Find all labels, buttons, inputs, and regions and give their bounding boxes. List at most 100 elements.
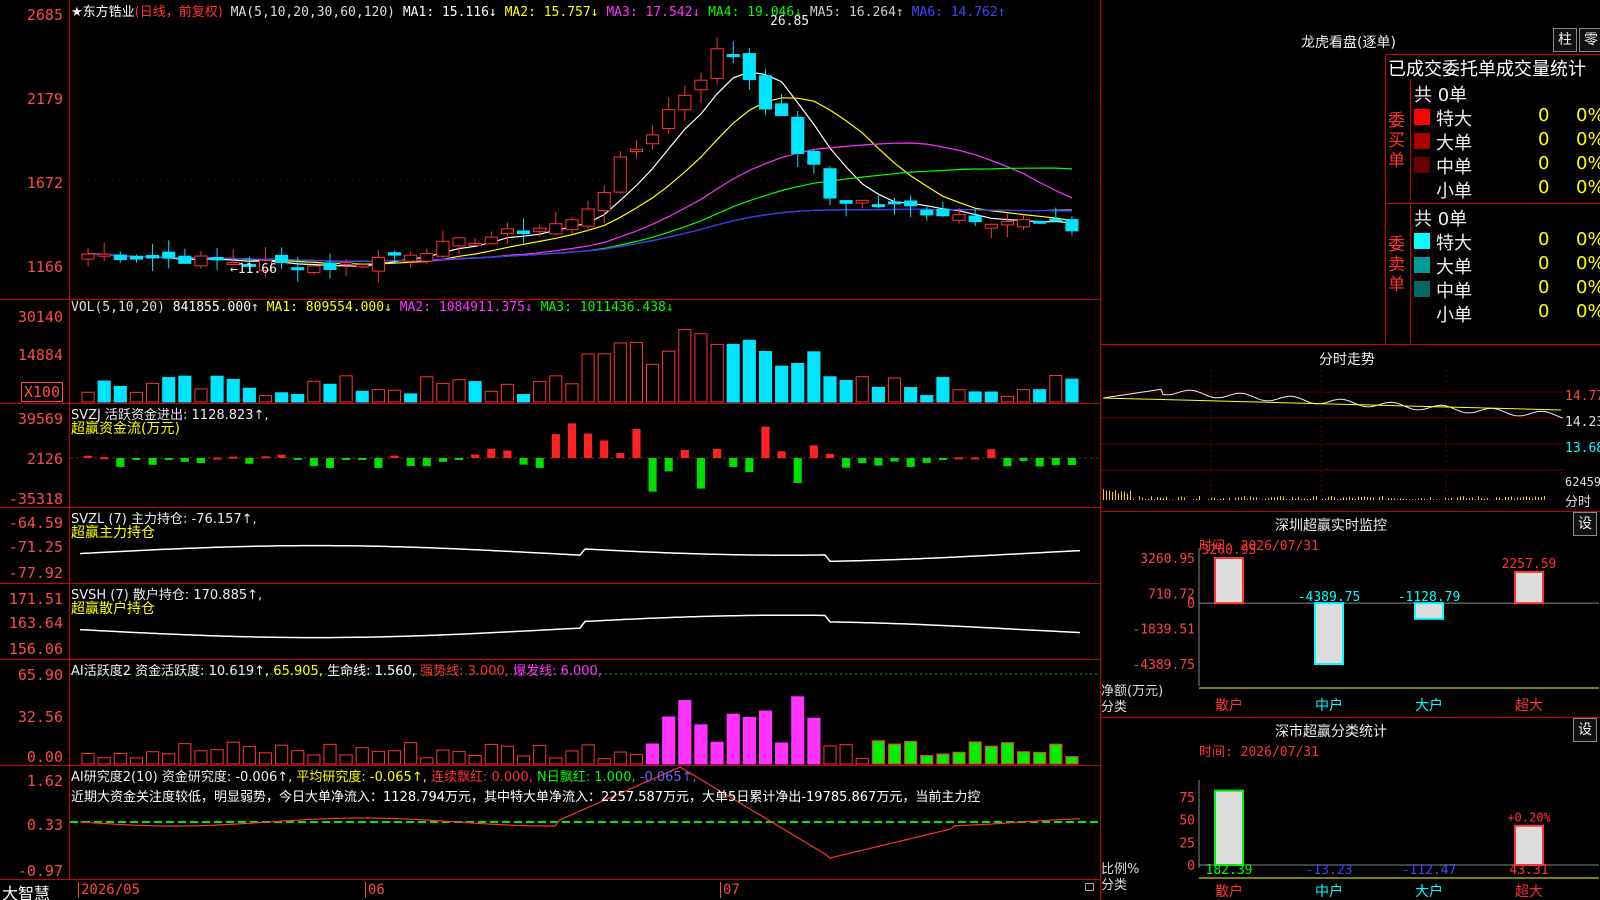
flow-bar [148,458,157,465]
volume-bar [291,393,305,403]
brand-logo[interactable]: 大智慧 [2,880,50,900]
activity-bar [1065,756,1079,765]
class-tick: 0 [1187,859,1195,874]
monitor-tick: -1839.51 [1132,623,1195,638]
stock-name[interactable]: ★东方锆业 [71,5,135,20]
flow-bar [535,458,544,468]
volume-bar [920,395,934,403]
bar-view-button[interactable]: 柱 [1553,28,1577,52]
flow-bar [100,457,109,460]
sell-side-text: 委卖单 [1388,235,1405,295]
flow-bar [648,458,657,492]
volume-bar [436,383,450,403]
intraday-volume-bar [1193,499,1194,500]
flow-bar [406,458,415,467]
flow-bar [793,458,802,483]
intraday-volume-bar [1289,499,1290,500]
activity-bar [807,717,821,765]
volume-bar [1049,375,1063,403]
intraday-volume-bar [1463,496,1464,500]
activity-bar [968,741,982,765]
intraday-volume-bar [1346,497,1347,500]
ai-research-last: -0.065↑, [639,770,697,785]
candle-body [97,253,111,257]
volume-bar [420,376,434,403]
row-pct: 0% [1576,177,1600,198]
volume-bar [807,351,821,403]
monitor-bar [1214,557,1244,605]
flow-bar [390,455,399,458]
volume-bar [242,387,256,403]
candle-body [210,256,224,261]
class-value-label: 43.31 [1509,863,1548,878]
volume-bar [355,390,369,403]
flow-bar [454,458,464,460]
svzj-axis: 39569 2126 -35318 [0,404,70,508]
volume-bar [1016,389,1031,403]
candle-body [597,191,611,212]
lock-icon[interactable] [1085,883,1094,891]
price-chart[interactable] [70,0,1100,300]
intraday-panel[interactable]: 分时走势 14.77 14.23 13.68 62459 分时 [1100,345,1600,512]
flow-bar [487,448,496,458]
class-pct-label: +0.20% [1507,811,1551,825]
row-label: 中单 [1436,281,1472,302]
flow-bar [809,445,818,458]
candle-body [484,236,498,245]
flow-bar [567,423,576,458]
monitor-category: 大户 [1415,697,1443,714]
activity-bar [1016,751,1031,765]
volume-bar [710,343,724,403]
volume-chart[interactable] [70,300,1100,404]
intraday-chart[interactable] [1101,370,1563,510]
sz-monitor-settings-button[interactable]: 设 [1573,512,1597,536]
volume-bar [81,391,95,403]
activity-bar [984,745,998,765]
sz-class-settings-button[interactable]: 设 [1573,718,1597,742]
row-count: 0 [1538,301,1550,322]
volume-bar [904,387,918,403]
color-swatch [1414,233,1430,249]
intraday-volume-bar [1412,499,1413,500]
candle-body [420,252,434,262]
monitor-category: 超大 [1515,698,1543,714]
candle-body [1016,219,1031,228]
intraday-volume-bar [1151,496,1152,500]
intraday-volume-bar [1286,499,1287,500]
grid-view-button[interactable]: 零 [1579,28,1600,52]
sz-class-chart[interactable]: 75 50 25 0 182.39 散户 -13.23 中户 -112.47 大户 43.31 超大 +… [1101,740,1600,900]
intraday-volume-bar [1514,498,1515,500]
activity-bar [549,757,563,765]
svzj-tick: 2126 [26,450,63,468]
ma2-line [88,97,1072,265]
ai-active-header: AI活跃度2 资金活跃度: 10.619↑, 65.905, 生命线: 1.56… [71,660,602,679]
ai-active-label: AI活跃度2 资金活跃度: 10.619↑, [71,664,270,679]
price-panel[interactable] [70,0,1100,300]
volume-bar [646,363,660,403]
intraday-volume-bar [1166,496,1167,500]
activity-bar [629,753,644,765]
price-tick: 1672 [26,174,63,192]
sz-monitor-chart[interactable]: 3260.95710.720-1839.51-4389.753260.95散户-… [1101,538,1600,718]
intraday-volume-bar [1334,496,1335,500]
monitor-value-label: -4389.75 [1298,590,1361,605]
vol-panel[interactable] [70,300,1100,404]
volume-bar [694,333,708,403]
buy-side-text: 委买单 [1388,111,1405,171]
price-tick: 1166 [26,258,63,276]
intraday-volume-bar [1298,496,1299,500]
activity-bar [452,751,466,765]
sz-class-panel: 深市超赢分类统计 设 时间: 2026/07/31 75 50 25 0 182.39 散… [1100,718,1600,900]
intraday-volume-bar [1304,498,1305,500]
volume-bar [597,353,611,403]
intraday-volume-bar [1178,497,1179,500]
flow-bar [196,458,206,464]
intraday-volume-bar [1322,498,1323,500]
flow-bar [261,456,270,459]
intraday-volume-bar [1247,498,1248,500]
candle-body [1033,220,1047,224]
intraday-volume-bar [1148,499,1149,500]
activity-bar [81,752,95,765]
candle-body [323,262,337,270]
activity-bar [436,749,450,765]
